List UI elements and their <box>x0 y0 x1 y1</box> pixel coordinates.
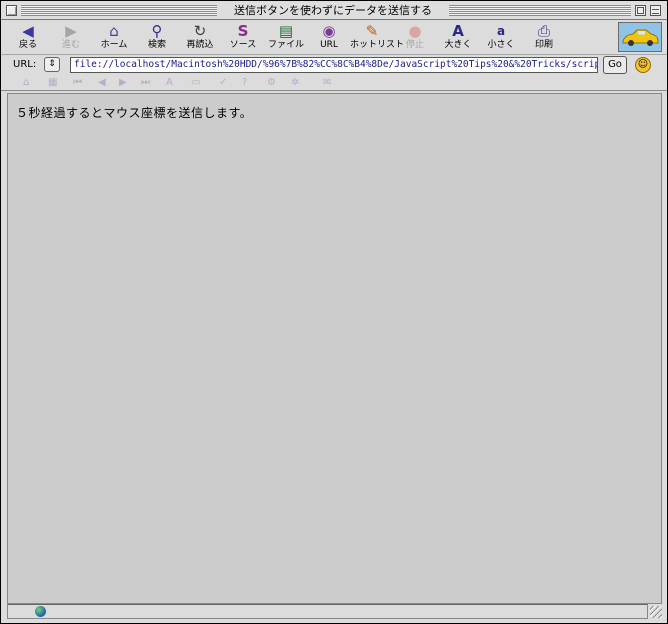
dim-text-icon: A <box>166 77 173 88</box>
hotlist-button-label: ホットリスト <box>350 40 405 50</box>
text-larger-button[interactable]: A 大きく <box>436 22 480 54</box>
dim-grid-icon: ▦ <box>48 77 58 88</box>
zoom-box[interactable] <box>635 5 646 16</box>
text-larger-button-label: 大きく <box>444 40 472 50</box>
go-button[interactable]: Go <box>603 56 627 74</box>
globe-icon <box>35 606 46 617</box>
dim-home-icon: ⌂ <box>23 77 30 88</box>
dim-first-icon: ⏮ <box>73 77 82 88</box>
browser-logo[interactable] <box>618 22 662 52</box>
smiley-face-icon[interactable]: ☺ <box>635 57 651 73</box>
home-icon: ⌂ <box>109 22 119 40</box>
file-button-label: ファイル <box>267 40 304 50</box>
title-stripes-right <box>449 5 631 16</box>
search-icon: ⚲ <box>151 22 163 40</box>
dim-check-icon: ✓ <box>219 77 228 88</box>
source-button[interactable]: S ソース <box>221 22 265 54</box>
reload-icon: ↻ <box>193 22 207 40</box>
dim-box-icon: ▭ <box>191 77 201 88</box>
title-bar[interactable]: 送信ボタンを使わずにデータを送信する <box>1 1 667 20</box>
text-smaller-button-label: 小さく <box>487 40 515 50</box>
collapse-box[interactable] <box>650 5 661 16</box>
stop-icon: ● <box>408 22 422 40</box>
forward-arrow-icon: ▶ <box>65 22 77 40</box>
close-box[interactable] <box>6 5 17 16</box>
source-button-label: ソース <box>229 40 257 50</box>
print-button-label: 印刷 <box>534 40 553 50</box>
file-button[interactable]: ▤ ファイル <box>264 22 308 54</box>
back-button-label: 戻る <box>18 40 37 50</box>
url-globe-icon: ◉ <box>322 22 336 40</box>
print-icon: ⎙ <box>537 22 550 40</box>
dim-prev-icon: ◀ <box>98 77 106 88</box>
back-button[interactable]: ◀ 戻る <box>6 22 50 54</box>
title-stripes-left <box>21 5 217 16</box>
dim-last-icon: ⏭ <box>141 77 150 88</box>
home-button-label: ホーム <box>100 40 128 50</box>
status-bar <box>7 604 648 619</box>
stop-button[interactable]: ● 停止 <box>393 22 437 54</box>
reload-button-label: 再読込 <box>186 40 214 50</box>
page-content: ５秒経過するとマウス座標を送信します。 <box>7 93 662 604</box>
dim-mail-icon: ✉ <box>323 77 332 88</box>
url-button-label: URL <box>320 40 338 50</box>
text-smaller-icon: a <box>496 24 506 38</box>
window-title: 送信ボタンを使わずにデータを送信する <box>217 3 449 18</box>
toolbar: ◀ 戻る ▶ 進む ⌂ ホーム ⚲ 検索 ↻ 再読込 S ソース ▤ ファイル … <box>1 20 667 55</box>
print-button[interactable]: ⎙ 印刷 <box>522 22 566 54</box>
forward-button[interactable]: ▶ 進む <box>49 22 93 54</box>
file-icon: ▤ <box>278 22 294 40</box>
forward-button-label: 進む <box>61 40 80 50</box>
car-logo-icon <box>619 23 661 51</box>
dim-settings-icon: ✲ <box>291 77 300 88</box>
url-input[interactable]: file://localhost/Macintosh%20HDD/%96%7B%… <box>70 57 598 73</box>
browser-window: 送信ボタンを使わずにデータを送信する ◀ 戻る ▶ 進む ⌂ ホーム ⚲ 検索 … <box>0 0 668 624</box>
reload-button[interactable]: ↻ 再読込 <box>178 22 222 54</box>
dim-next-icon: ▶ <box>119 77 127 88</box>
secondary-toolbar: ⌂ ▦ ⏮ ◀ ▶ ⏭ A ▭ ✓ ? ⚙ ✲ ✉ <box>1 75 667 91</box>
dim-gear-icon: ⚙ <box>267 77 276 88</box>
url-label: URL: <box>13 59 37 70</box>
text-larger-icon: A <box>452 22 464 40</box>
home-button[interactable]: ⌂ ホーム <box>92 22 136 54</box>
hotlist-button[interactable]: ✎ ホットリスト <box>350 22 405 54</box>
text-smaller-button[interactable]: a 小さく <box>479 22 523 54</box>
back-arrow-icon: ◀ <box>22 22 34 40</box>
url-history-popup[interactable]: ⇕ <box>44 57 60 72</box>
search-button[interactable]: ⚲ 検索 <box>135 22 179 54</box>
popup-arrows-icon: ⇕ <box>48 59 56 69</box>
search-button-label: 検索 <box>147 40 166 50</box>
dim-help-icon: ? <box>242 77 248 88</box>
url-button[interactable]: ◉ URL <box>307 22 351 54</box>
address-bar: URL: ⇕ file://localhost/Macintosh%20HDD/… <box>1 55 667 75</box>
page-message: ５秒経過するとマウス座標を送信します。 <box>16 106 253 120</box>
resize-grip[interactable] <box>650 606 662 618</box>
source-icon: S <box>237 22 249 40</box>
stop-button-label: 停止 <box>405 40 424 50</box>
hotlist-icon: ✎ <box>365 22 379 40</box>
